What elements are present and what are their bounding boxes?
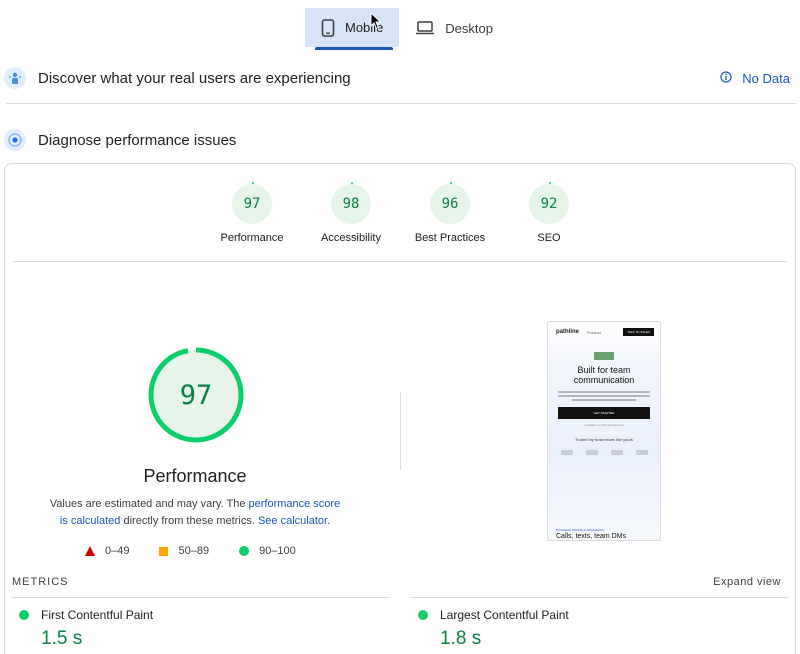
metric-lcp: Largest Contentful Paint 1.8 s xyxy=(418,608,569,650)
metrics-divider-left xyxy=(12,597,390,598)
performance-gauge: 97 xyxy=(148,347,244,443)
gauge-score: 98 xyxy=(331,182,371,224)
score-legend: 0–49 50–89 90–100 xyxy=(85,545,296,557)
desc-middle: directly from these metrics. xyxy=(120,515,258,527)
gauge-performance[interactable]: 97 Performance xyxy=(202,182,302,244)
legend-range: 0–49 xyxy=(105,545,130,557)
diagnose-title: Diagnose performance issues xyxy=(38,131,237,149)
screenshot-nav: pathline Product TALK TO SALES xyxy=(548,322,660,336)
final-screenshot[interactable]: pathline Product TALK TO SALES Built for… xyxy=(547,321,661,541)
metric-name: First Contentful Paint xyxy=(41,608,154,622)
see-calculator-link[interactable]: See calculator. xyxy=(258,515,330,527)
screenshot-available: Available on iOS and the web xyxy=(584,423,624,427)
metrics-divider-right xyxy=(410,597,788,598)
report-card: 97 Performance 98 Accessibility 96 Best … xyxy=(4,163,796,654)
legend-fail: 0–49 xyxy=(85,545,129,557)
screenshot-product: Product xyxy=(587,329,601,335)
tab-mobile[interactable]: Mobile xyxy=(305,8,400,50)
screenshot-logo: pathline xyxy=(556,329,580,335)
legend-average: 50–89 xyxy=(159,545,209,557)
legend-range: 50–89 xyxy=(178,545,210,557)
gauge-score: 96 xyxy=(430,182,470,224)
diagnose-section-header: Diagnose performance issues xyxy=(4,129,796,151)
screenshot-cta: TALK TO SALES xyxy=(623,328,654,336)
no-data-link[interactable]: No Data xyxy=(720,71,790,86)
expand-view-button[interactable]: Expand view xyxy=(713,576,781,588)
performance-label: Performance xyxy=(143,466,247,486)
gauge-seo[interactable]: 92 SEO xyxy=(499,182,599,244)
square-icon xyxy=(159,546,169,556)
screenshot-section-headline: Calls, texts, team DMs xyxy=(556,533,627,540)
gauge-score: 97 xyxy=(232,182,272,224)
good-circle-icon xyxy=(418,610,428,620)
tab-desktop-label: Desktop xyxy=(445,20,493,36)
metric-value: 1.5 s xyxy=(41,628,83,649)
phone-icon xyxy=(321,18,335,37)
screenshot-button: GET STARTED xyxy=(558,407,650,419)
users-icon xyxy=(4,67,26,89)
metric-name: Largest Contentful Paint xyxy=(440,608,569,622)
no-data-label: No Data xyxy=(742,70,790,86)
gauge-label: SEO xyxy=(537,232,561,244)
legend-pass: 90–100 xyxy=(239,545,296,557)
screenshot-logos xyxy=(554,450,654,455)
tab-desktop[interactable]: Desktop xyxy=(399,8,509,48)
device-tabs: Mobile Desktop xyxy=(305,8,509,50)
info-icon xyxy=(720,70,732,86)
gauge-label: Accessibility xyxy=(321,232,381,244)
laptop-icon xyxy=(415,21,435,35)
triangle-icon xyxy=(85,546,95,556)
metric-fcp: First Contentful Paint 1.5 s xyxy=(19,608,153,650)
legend-range: 90–100 xyxy=(259,545,296,557)
gauge-label: Best Practices xyxy=(414,232,486,244)
circle-icon xyxy=(239,546,250,556)
metrics-title: METRICS xyxy=(12,576,69,588)
crux-title: Discover what your real users are experi… xyxy=(38,69,351,87)
screenshot-trusted: Trusted by businesses like yours xyxy=(575,437,633,442)
screenshot-body-text xyxy=(558,391,650,401)
performance-description: Values are estimated and may vary. The p… xyxy=(45,496,345,530)
card-divider xyxy=(13,261,787,262)
desc-prefix: Values are estimated and may vary. The xyxy=(49,498,249,510)
crux-section-header: Discover what your real users are experi… xyxy=(4,67,796,89)
section-divider xyxy=(6,103,796,104)
lighthouse-icon xyxy=(4,129,26,151)
gauge-score: 92 xyxy=(529,182,569,224)
screenshot-badge xyxy=(594,352,614,360)
metric-value: 1.8 s xyxy=(440,628,482,649)
performance-gauge-score: 97 xyxy=(180,380,213,411)
mouse-cursor-icon xyxy=(370,12,382,30)
vertical-divider xyxy=(400,392,401,470)
screenshot-section-label: BUSINESS PHONE & MESSAGING xyxy=(556,528,605,532)
gauge-label: Performance xyxy=(220,232,284,244)
category-gauges: 97 Performance 98 Accessibility 96 Best … xyxy=(5,182,795,254)
screenshot-headline: Built for team communication xyxy=(573,365,635,385)
good-circle-icon xyxy=(19,610,29,620)
gauge-best-practices[interactable]: 96 Best Practices xyxy=(400,182,500,244)
gauge-accessibility[interactable]: 98 Accessibility xyxy=(301,182,401,244)
